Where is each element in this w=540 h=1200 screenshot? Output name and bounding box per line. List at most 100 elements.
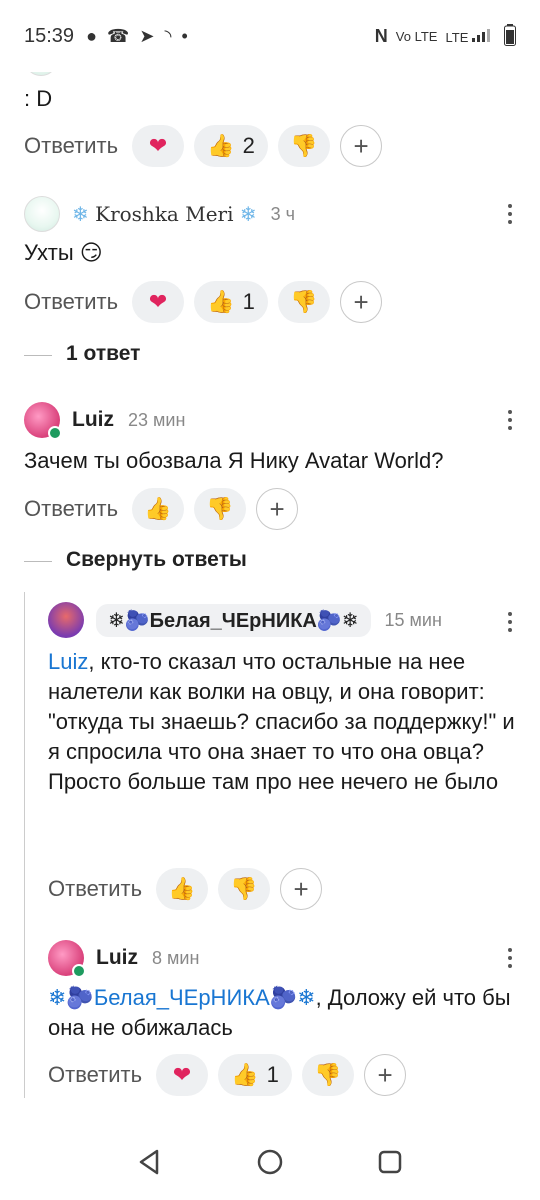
comment-actions: Ответить 👍 👎 + [48,868,323,910]
back-triangle-icon [139,1149,159,1175]
avatar[interactable] [48,602,84,638]
thumbs-up-icon: 👍 [168,876,196,901]
plus-icon: + [269,493,285,524]
dislike-button[interactable]: 👎 [278,281,331,323]
plus-icon: + [377,1059,393,1090]
more-options-icon[interactable] [508,410,512,430]
author-name[interactable]: Luiz [96,946,138,970]
like-count: 1 [242,289,255,314]
reply-thread-line [24,592,25,1098]
heart-avatar-icon: ❤ [148,289,168,314]
more-options-icon[interactable] [508,612,512,632]
comment-time: 3 ч [270,203,295,224]
like-count: 2 [242,133,255,158]
thumbs-up-icon: 👍 [207,289,235,314]
heart-avatar-icon: ❤ [148,133,168,158]
reply-button[interactable]: Ответить [48,1062,142,1088]
comment-actions: Ответить ❤ 👍 2 👎 + [24,125,383,167]
reply-button[interactable]: Ответить [48,876,142,902]
thumbs-down-icon: 👎 [290,133,318,158]
avatar[interactable] [24,196,60,232]
comment-time: 8 мин [152,947,200,968]
nfc-icon: N [374,25,388,46]
comment-actions: Ответить ❤ 👍 1 👎 + [24,281,383,323]
like-button[interactable]: 👍 [132,488,185,530]
add-reaction-button[interactable]: + [340,125,383,167]
mention-link[interactable]: Luiz [48,649,88,674]
comment-text: : D [24,86,53,111]
dislike-button[interactable]: 👎 [194,488,247,530]
thumbs-down-icon: 👎 [290,289,318,314]
plus-icon: + [293,873,309,904]
like-button[interactable]: 👍 [156,868,209,910]
reply-button[interactable]: Ответить [24,133,118,159]
avatar[interactable] [24,402,62,440]
reaction-heart-button[interactable]: ❤ [132,281,185,323]
snowflake-icon: ❄ [239,202,257,226]
like-button[interactable]: 👍 1 [194,281,269,323]
dislike-button[interactable]: 👎 [278,125,331,167]
chat-bubble-icon: ● [86,25,97,46]
dot-icon: • [181,25,188,46]
add-reaction-button[interactable]: + [256,488,299,530]
author-name[interactable]: ❄🫐Белая_ЧЕрНИКА🫐❄ [96,603,371,637]
comment-header: ❄🫐Белая_ЧЕрНИКА🫐❄ 15 мин [48,602,442,638]
snowflake-icon: ❄ [72,202,89,226]
rss-icon: ◝ [164,25,172,46]
thumbs-down-icon: 👎 [230,876,258,901]
home-button[interactable] [250,1142,290,1182]
show-replies-toggle[interactable]: 1 ответ [66,342,140,366]
online-indicator [72,964,86,978]
reply-button[interactable]: Ответить [24,496,118,522]
recents-button[interactable] [370,1142,410,1182]
more-options-icon[interactable] [508,948,512,968]
more-options-icon[interactable] [508,204,512,224]
recents-square-icon [378,1150,402,1174]
comment-actions: Ответить ❤ 👍 1 👎 + [48,1054,407,1096]
back-button[interactable] [130,1142,170,1182]
telegram-icon: ➤ [139,25,155,46]
battery-icon [504,23,516,49]
reply-button[interactable]: Ответить [24,289,118,315]
comment-actions: Ответить 👍 👎 + [24,488,299,530]
thumbs-up-icon: 👍 [231,1062,259,1087]
comment-header: Luiz 23 мин [24,402,185,440]
thumbs-down-icon: 👎 [206,496,234,521]
dislike-button[interactable]: 👎 [302,1054,355,1096]
add-reaction-button[interactable]: + [364,1054,407,1096]
mention-link[interactable]: ❄🫐Белая_ЧЕрНИКА🫐❄ [48,985,316,1010]
avatar[interactable] [48,940,86,978]
comments-feed[interactable]: : D Ответить ❤ 👍 2 👎 + ❄ Kroshka Meri ❄ … [0,72,540,1124]
author-name[interactable]: ❄ Kroshka Meri ❄ [72,202,257,226]
volte-icon: Vo LTE [395,28,438,44]
plus-icon: + [353,286,369,317]
dislike-button[interactable]: 👎 [218,868,271,910]
heart-avatar-icon: ❤ [172,1062,192,1087]
lte-signal-icon: LTE [445,28,496,45]
thread-divider [24,355,52,356]
like-button[interactable]: 👍 1 [218,1054,293,1096]
status-time: 15:39 [24,24,75,47]
comment-time: 15 мин [384,609,442,630]
thumbs-up-icon: 👍 [144,496,172,521]
author-name[interactable]: Luiz [72,408,114,432]
comment-header: ❄ Kroshka Meri ❄ 3 ч [24,196,295,232]
reaction-heart-button[interactable]: ❤ [156,1054,209,1096]
add-reaction-button[interactable]: + [280,868,323,910]
comment-text: Luiz, кто-то сказал что остальные на нее… [48,649,515,794]
comment-text: Ухты 😏 [24,240,103,265]
like-count: 1 [266,1062,279,1087]
avatar[interactable] [24,72,58,76]
reaction-heart-button[interactable]: ❤ [132,125,185,167]
thumbs-down-icon: 👎 [314,1062,342,1087]
add-reaction-button[interactable]: + [340,281,383,323]
plus-icon: + [353,130,369,161]
like-button[interactable]: 👍 2 [194,125,269,167]
collapse-replies-toggle[interactable]: Свернуть ответы [66,548,247,572]
thumbs-up-icon: 👍 [207,133,235,158]
missed-call-icon: ☎ [106,25,130,46]
home-circle-icon [257,1149,283,1175]
online-indicator [48,426,62,440]
system-navigation-bar [0,1124,540,1200]
thread-divider [24,561,52,562]
